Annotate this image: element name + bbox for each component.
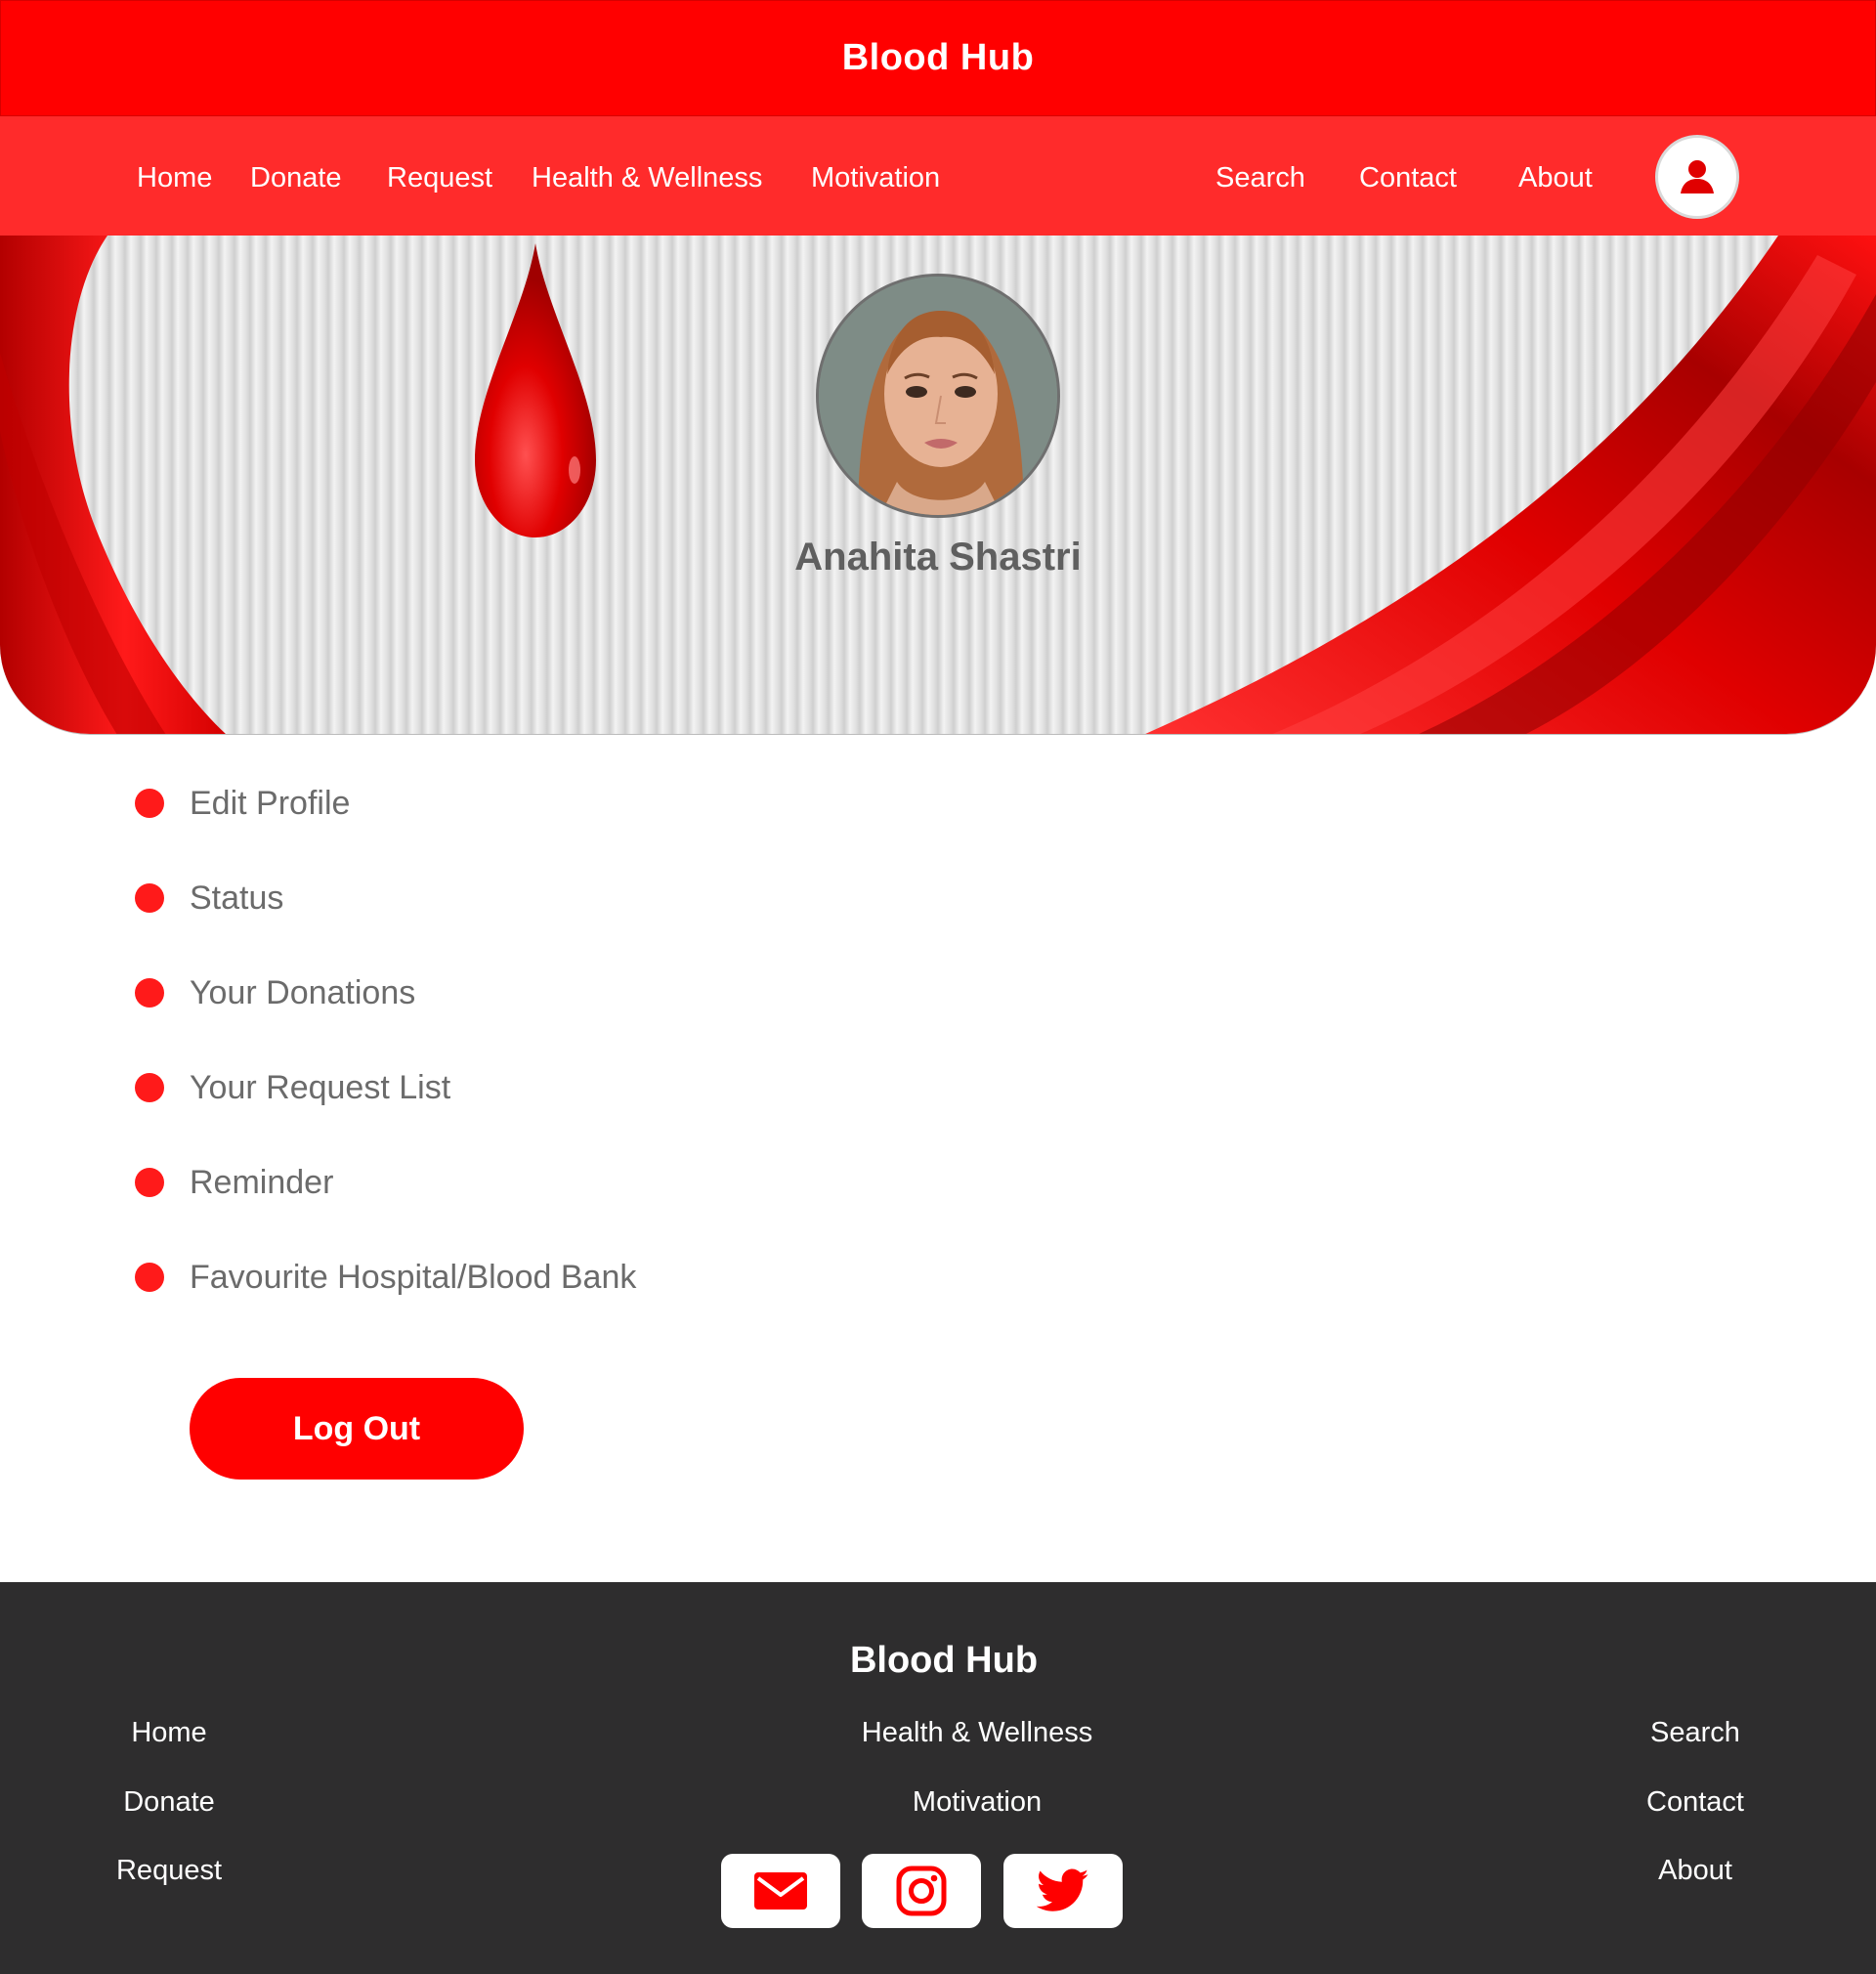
menu-item-label: Your Donations: [190, 973, 416, 1011]
profile-button[interactable]: [1655, 135, 1739, 219]
instagram-icon: [896, 1866, 947, 1916]
nav-motivation[interactable]: Motivation: [811, 116, 940, 236]
bullet-icon: [135, 978, 164, 1008]
twitter-button[interactable]: [1003, 1854, 1123, 1928]
bullet-icon: [135, 1168, 164, 1197]
menu-item-reminder[interactable]: Reminder: [135, 1158, 333, 1207]
menu-item-label: Status: [190, 879, 284, 917]
bullet-icon: [135, 883, 164, 913]
menu-item-edit-profile[interactable]: Edit Profile: [135, 779, 350, 828]
twitter-icon: [1037, 1868, 1089, 1911]
footer-link-home[interactable]: Home: [131, 1717, 206, 1749]
bullet-icon: [135, 789, 164, 818]
footer-link-donate[interactable]: Donate: [123, 1786, 215, 1819]
nav-contact[interactable]: Contact: [1359, 116, 1457, 236]
bullet-icon: [135, 1073, 164, 1102]
avatar: [816, 274, 1060, 518]
nav-health-wellness[interactable]: Health & Wellness: [532, 116, 762, 236]
user-name: Anahita Shastri: [794, 536, 1082, 579]
menu-item-label: Edit Profile: [190, 784, 351, 822]
bullet-icon: [135, 1263, 164, 1292]
mail-button[interactable]: [721, 1854, 840, 1928]
menu-item-label: Your Request List: [190, 1068, 451, 1106]
footer-title: Blood Hub: [849, 1640, 1039, 1681]
menu-item-your-request-list[interactable]: Your Request List: [135, 1063, 450, 1112]
menu-item-status[interactable]: Status: [135, 874, 283, 923]
main-nav: Home Donate Request Health & Wellness Mo…: [0, 116, 1876, 236]
menu-item-your-donations[interactable]: Your Donations: [135, 968, 415, 1017]
mail-icon: [754, 1872, 807, 1910]
footer-link-search[interactable]: Search: [1650, 1717, 1740, 1749]
nav-request[interactable]: Request: [387, 116, 492, 236]
footer-link-health-wellness[interactable]: Health & Wellness: [862, 1717, 1092, 1749]
footer-link-request[interactable]: Request: [116, 1855, 222, 1887]
nav-donate[interactable]: Donate: [250, 116, 342, 236]
instagram-button[interactable]: [862, 1854, 981, 1928]
user-portrait: [819, 277, 1057, 515]
menu-item-label: Reminder: [190, 1163, 334, 1201]
nav-about[interactable]: About: [1518, 116, 1593, 236]
blood-drop-icon: [475, 243, 596, 537]
footer-link-contact[interactable]: Contact: [1646, 1786, 1744, 1819]
logout-button[interactable]: Log Out: [190, 1378, 524, 1480]
menu-item-favourite-hospital[interactable]: Favourite Hospital/Blood Bank: [135, 1253, 636, 1302]
menu-item-label: Favourite Hospital/Blood Bank: [190, 1258, 637, 1296]
site-title: Blood Hub: [841, 37, 1035, 78]
site-header: Blood Hub: [0, 0, 1876, 116]
footer-link-motivation[interactable]: Motivation: [913, 1786, 1042, 1819]
footer-link-about[interactable]: About: [1658, 1855, 1732, 1887]
user-icon: [1681, 160, 1714, 193]
nav-search[interactable]: Search: [1215, 116, 1305, 236]
nav-home[interactable]: Home: [137, 116, 212, 236]
